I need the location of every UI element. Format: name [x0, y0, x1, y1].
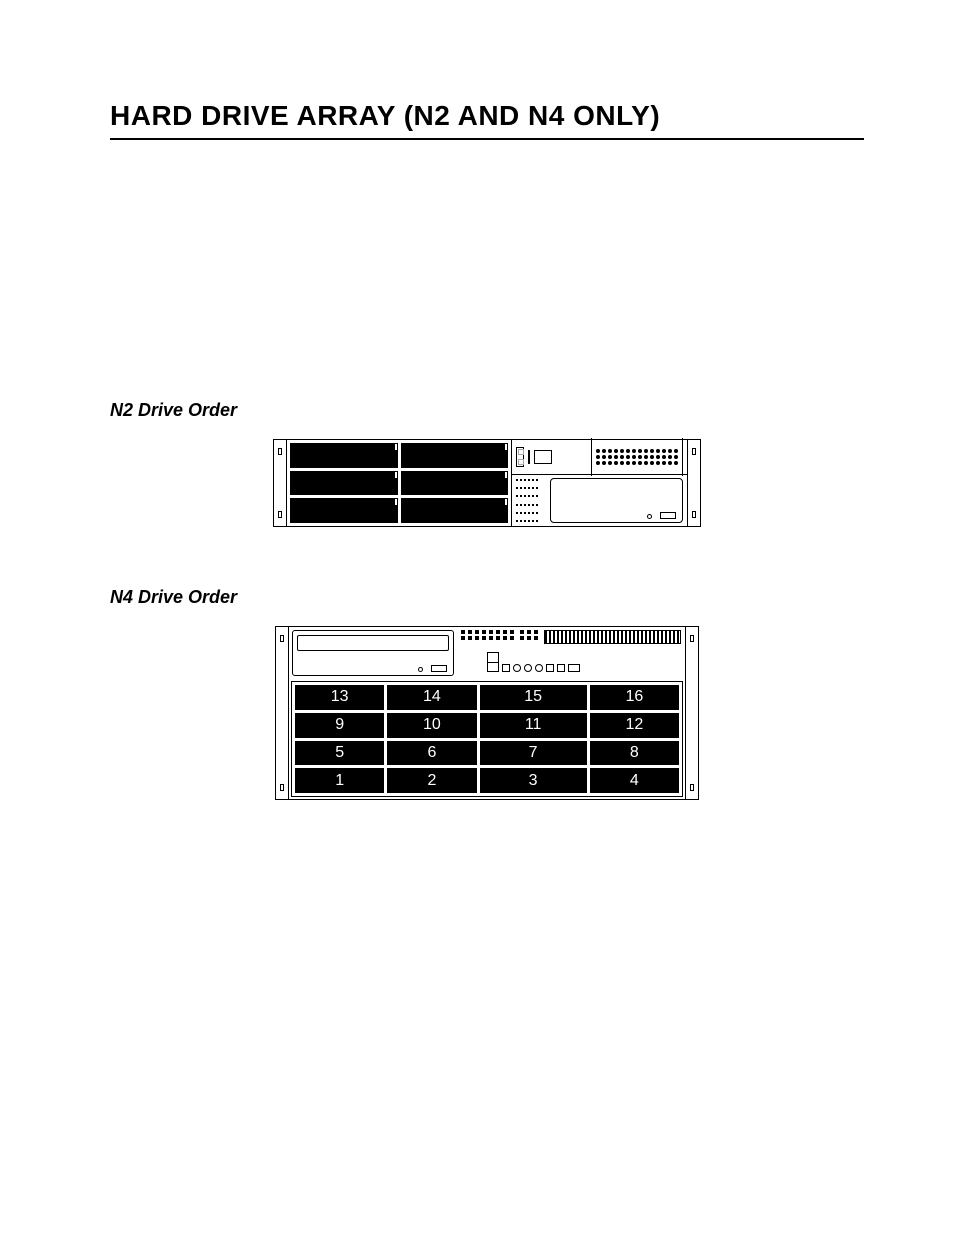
grille-icon [512, 475, 546, 526]
page-title: HARD DRIVE ARRAY (N2 AND N4 ONLY) [110, 100, 864, 140]
n4-body: 13 14 15 16 9 10 11 12 5 6 7 8 1 2 3 4 [289, 627, 685, 799]
n4-bay: 15 [480, 685, 587, 710]
n2-bay [401, 498, 509, 523]
rack-ear-right-icon [685, 627, 698, 799]
n2-body [287, 440, 687, 526]
n4-bay: 12 [590, 713, 679, 738]
n4-bay: 5 [295, 741, 384, 766]
n2-bay [290, 498, 398, 523]
port-icon [557, 664, 565, 672]
usb-stack-icon [487, 652, 499, 672]
page: HARD DRIVE ARRAY (N2 AND N4 ONLY) N2 Dri… [0, 0, 954, 860]
port-icon [534, 450, 552, 464]
rack-ear-left-icon [276, 627, 289, 799]
n2-bay [290, 443, 398, 468]
n4-bay: 10 [387, 713, 476, 738]
rack-ear-left-icon [274, 440, 287, 526]
n4-bay: 6 [387, 741, 476, 766]
n4-drive-bays: 13 14 15 16 9 10 11 12 5 6 7 8 1 2 3 4 [291, 681, 683, 797]
port-icon [546, 664, 554, 672]
eject-button-icon [431, 665, 447, 672]
n2-figure [110, 439, 864, 527]
n2-bay [290, 471, 398, 496]
n2-drive-bays [287, 440, 511, 526]
led-icon [513, 664, 521, 672]
n4-bay: 9 [295, 713, 384, 738]
n4-bay: 7 [480, 741, 587, 766]
n4-optical-drive [292, 630, 454, 676]
n4-bay: 16 [590, 685, 679, 710]
port-icon [568, 664, 580, 672]
n4-io-panel [457, 627, 685, 679]
vent-grid-small-icon [520, 630, 538, 640]
eject-button-icon [660, 512, 676, 519]
n4-bay: 4 [590, 768, 679, 793]
cd-tray-icon [550, 478, 683, 523]
n2-heading: N2 Drive Order [110, 400, 864, 421]
n2-bay [401, 471, 509, 496]
vent-dots-icon [591, 438, 683, 476]
n4-bay: 8 [590, 741, 679, 766]
n4-figure: 13 14 15 16 9 10 11 12 5 6 7 8 1 2 3 4 [110, 626, 864, 800]
n4-bay: 11 [480, 713, 587, 738]
eject-hole-icon [647, 514, 652, 519]
n2-right-panel [511, 440, 687, 526]
n4-bay: 2 [387, 768, 476, 793]
power-button-icon [535, 664, 543, 672]
vent-grid-icon [461, 630, 514, 640]
vent-grille-icon [544, 630, 681, 644]
n4-bay: 13 [295, 685, 384, 710]
led-icon [524, 664, 532, 672]
n2-io-panel [512, 440, 687, 475]
n4-top-panel [289, 627, 685, 679]
n2-device [273, 439, 701, 527]
eject-hole-icon [418, 667, 423, 672]
n4-heading: N4 Drive Order [110, 587, 864, 608]
n2-optical-drive [512, 475, 687, 526]
n4-device: 13 14 15 16 9 10 11 12 5 6 7 8 1 2 3 4 [275, 626, 699, 800]
usb-port-icon [516, 447, 524, 467]
divider-icon [528, 450, 530, 464]
n4-bay: 3 [480, 768, 587, 793]
n2-bay [401, 443, 509, 468]
n4-bay: 14 [387, 685, 476, 710]
rack-ear-right-icon [687, 440, 700, 526]
port-icon [502, 664, 510, 672]
n4-bay: 1 [295, 768, 384, 793]
